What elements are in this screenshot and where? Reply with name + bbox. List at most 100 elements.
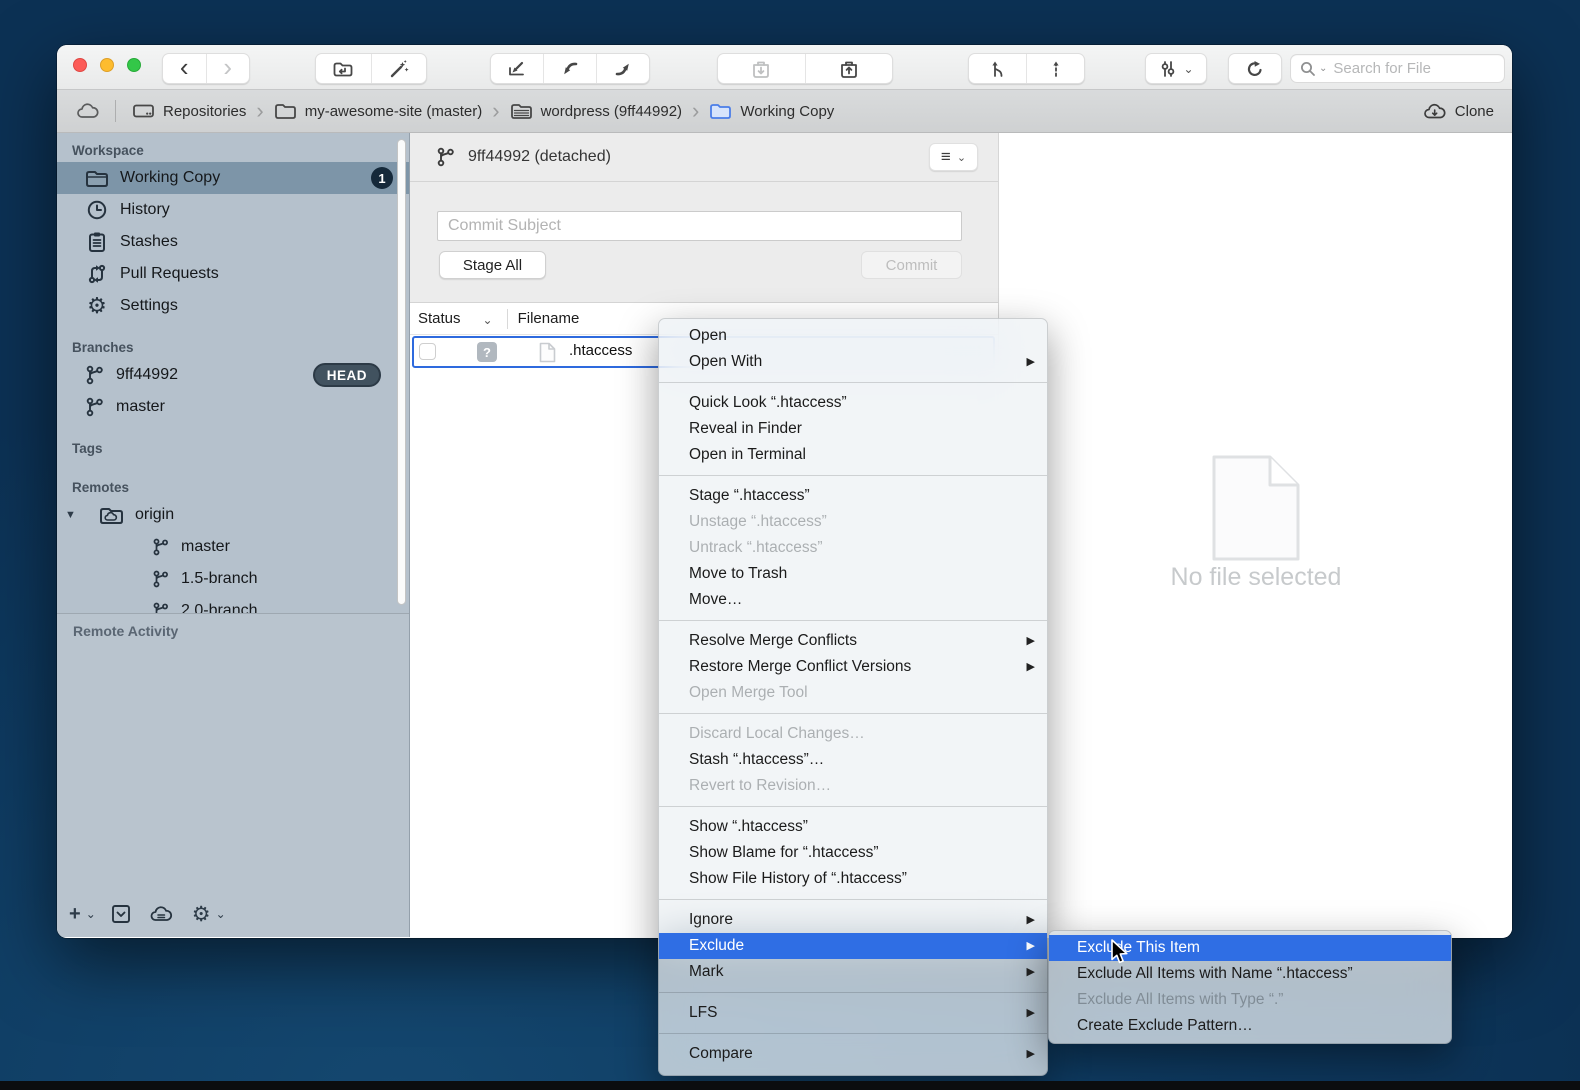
sidebar-item-remote-master[interactable]: master — [57, 531, 409, 563]
gear-menu-button[interactable]: ⚙ — [192, 904, 211, 925]
menu-item-show-blame[interactable]: Show Blame for “.htaccess” — [659, 840, 1047, 866]
chevron-down-icon: ⌄ — [1183, 62, 1193, 76]
add-chevron-icon[interactable]: ⌄ — [86, 907, 96, 921]
menu-separator — [659, 382, 1047, 383]
zoom-window-button[interactable] — [127, 58, 141, 72]
menu-item-show[interactable]: Show “.htaccess” — [659, 814, 1047, 840]
sidebar-item-history[interactable]: History — [57, 194, 409, 226]
add-button[interactable]: + — [69, 904, 81, 924]
pull-button[interactable] — [543, 54, 596, 83]
sidebar-item-settings[interactable]: ⚙ Settings — [57, 290, 409, 322]
menu-item-label: Open Merge Tool — [689, 680, 808, 706]
computer-cloud-icon[interactable] — [75, 102, 101, 120]
stash-button[interactable] — [718, 54, 805, 83]
menu-item-label: Compare — [689, 1041, 753, 1067]
commit-button[interactable]: Commit — [861, 251, 962, 279]
apply-stash-button[interactable] — [805, 54, 893, 83]
breadcrumb-chevron-icon: › — [256, 98, 263, 124]
clone-button[interactable]: Clone — [1422, 102, 1494, 121]
stage-checkbox[interactable] — [419, 343, 436, 360]
inbox-button[interactable] — [110, 903, 132, 925]
close-window-button[interactable] — [73, 58, 87, 72]
gear-chevron-icon[interactable]: ⌄ — [216, 907, 226, 921]
menu-item-reveal-in-finder[interactable]: Reveal in Finder — [659, 416, 1047, 442]
sidebar-item-pull-requests[interactable]: Pull Requests — [57, 258, 409, 290]
sidebar-item-working-copy[interactable]: Working Copy 1 — [57, 162, 409, 194]
menu-item-resolve-merge-conflicts[interactable]: Resolve Merge Conflicts▶ — [659, 628, 1047, 654]
back-button[interactable]: ‹ — [163, 54, 206, 83]
pull-requests-icon — [85, 263, 109, 285]
branch-icon — [152, 537, 170, 557]
fetch-button[interactable] — [491, 54, 543, 83]
folder-icon — [274, 102, 297, 120]
sidebar-item-remote-1-5-branch[interactable]: 1.5-branch — [57, 563, 409, 595]
disclosure-triangle-icon[interactable]: ▼ — [65, 509, 76, 521]
sidebar-section-remotes: Remotes — [57, 460, 409, 499]
search-input[interactable] — [1333, 60, 1496, 77]
menu-item-label: Move… — [689, 587, 742, 613]
status-column-header[interactable]: Status — [418, 310, 461, 327]
no-file-document-icon — [1212, 455, 1300, 561]
menu-item-move[interactable]: Move… — [659, 587, 1047, 613]
filter-button[interactable]: ⌄ — [1146, 54, 1206, 83]
repo-folder-icon — [510, 102, 533, 120]
commit-form: Stage All Commit — [410, 182, 998, 303]
sidebar-scrollbar[interactable] — [397, 139, 406, 605]
menu-item-label: Restore Merge Conflict Versions — [689, 654, 911, 680]
sidebar-item-label: Settings — [120, 297, 178, 315]
sidebar-section-workspace: Workspace — [57, 133, 409, 162]
open-repo-button[interactable] — [316, 54, 371, 83]
menu-item-stash[interactable]: Stash “.htaccess”… — [659, 747, 1047, 773]
status-sort-chevron-icon[interactable]: ⌄ — [483, 313, 493, 327]
sidebar-item-branch-9ff44992[interactable]: 9ff44992 HEAD — [57, 359, 409, 391]
commit-subject-input[interactable] — [437, 211, 962, 241]
refresh-button[interactable] — [1229, 54, 1281, 83]
menu-item-label: Mark — [689, 959, 723, 985]
sidebar-item-label: 9ff44992 — [116, 366, 178, 384]
sidebar-item-label: Pull Requests — [120, 265, 219, 283]
minimize-window-button[interactable] — [100, 58, 114, 72]
menu-item-mark[interactable]: Mark▶ — [659, 959, 1047, 985]
menu-item-quick-look[interactable]: Quick Look “.htaccess” — [659, 390, 1047, 416]
submenu-arrow-icon: ▶ — [1027, 349, 1035, 375]
sidebar-item-stashes[interactable]: Stashes — [57, 226, 409, 258]
repo-tools-group — [315, 53, 427, 84]
menu-item-stage[interactable]: Stage “.htaccess” — [659, 483, 1047, 509]
breadcrumb-item-repo[interactable]: my-awesome-site (master) — [274, 102, 483, 120]
forward-button[interactable]: › — [206, 54, 250, 83]
breadcrumb-label: my-awesome-site (master) — [305, 103, 483, 120]
sidebar-item-label: origin — [135, 506, 174, 524]
file-search-field[interactable]: ⌄ — [1290, 54, 1505, 83]
stage-all-button[interactable]: Stage All — [439, 251, 546, 279]
submenu-item-create-exclude-pattern[interactable]: Create Exclude Pattern… — [1049, 1013, 1451, 1039]
menu-item-label: Show File History of “.htaccess” — [689, 866, 907, 892]
menu-item-restore-merge-conflict-versions[interactable]: Restore Merge Conflict Versions▶ — [659, 654, 1047, 680]
untracked-status-badge: ? — [477, 342, 497, 362]
cloud-sync-button[interactable] — [148, 904, 174, 924]
titlebar: ‹ › — [57, 45, 1512, 90]
menu-item-ignore[interactable]: Ignore▶ — [659, 907, 1047, 933]
menu-item-exclude[interactable]: Exclude▶ — [659, 933, 1047, 959]
quick-actions-button[interactable] — [371, 54, 427, 83]
view-options-button[interactable]: ≡ ⌄ — [929, 143, 978, 171]
menu-item-open[interactable]: Open — [659, 323, 1047, 349]
file-icon — [539, 342, 556, 363]
menu-item-open-in-terminal[interactable]: Open in Terminal — [659, 442, 1047, 468]
menu-item-open-with[interactable]: Open With▶ — [659, 349, 1047, 375]
sidebar-item-branch-master[interactable]: master — [57, 391, 409, 423]
menu-item-show-file-history[interactable]: Show File History of “.htaccess” — [659, 866, 1047, 892]
menu-item-move-to-trash[interactable]: Move to Trash — [659, 561, 1047, 587]
menu-item-compare[interactable]: Compare▶ — [659, 1041, 1047, 1067]
history-nav-group: ‹ › — [162, 53, 250, 84]
stashes-clipboard-icon — [85, 231, 109, 253]
filename-column-header[interactable]: Filename — [518, 310, 580, 327]
merge-button[interactable] — [969, 54, 1026, 83]
menu-item-lfs[interactable]: LFS▶ — [659, 1000, 1047, 1026]
sidebar-item-remote-2-0-branch[interactable]: 2.0-branch — [57, 595, 409, 613]
push-button[interactable] — [596, 54, 649, 83]
breadcrumb-item-working-copy[interactable]: Working Copy — [709, 102, 834, 120]
cherry-pick-button[interactable] — [1026, 54, 1084, 83]
sidebar-item-remote-origin[interactable]: ▼ origin — [57, 499, 409, 531]
breadcrumb-item-repositories[interactable]: Repositories — [132, 102, 246, 120]
breadcrumb-item-submodule[interactable]: wordpress (9ff44992) — [510, 102, 682, 120]
